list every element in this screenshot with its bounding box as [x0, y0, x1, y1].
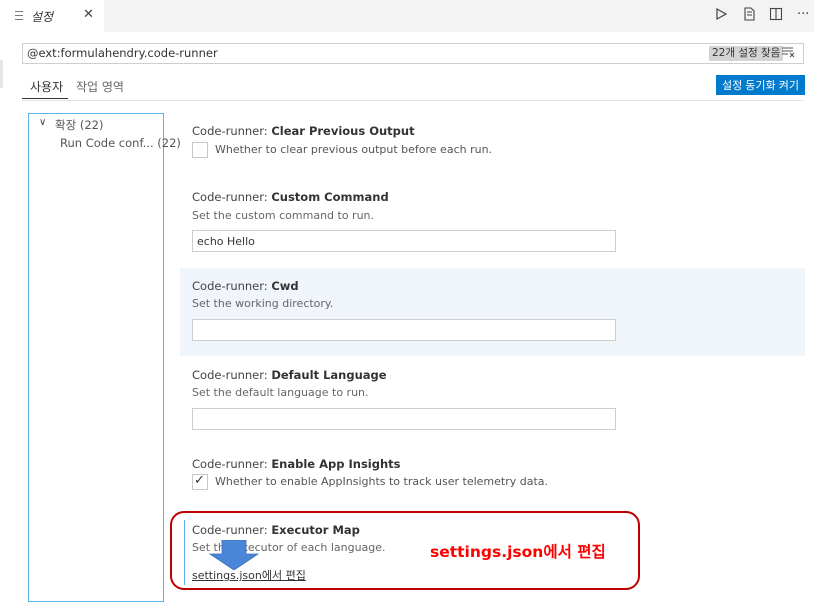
setting-description: Set the default language to run. — [192, 386, 369, 399]
checkbox-label: Whether to clear previous output before … — [215, 143, 493, 156]
cwd-input[interactable] — [192, 319, 616, 341]
custom-command-input[interactable] — [192, 230, 616, 252]
result-count-badge: 22개 설정 찾음 — [709, 46, 784, 61]
open-settings-json-icon[interactable] — [742, 7, 756, 26]
setting-title: Code-runner: Executor Map — [192, 523, 360, 537]
settings-sync-button[interactable]: 설정 동기화 켜기 — [716, 75, 805, 95]
annotation-callout-text: settings.json에서 편집 — [430, 543, 606, 561]
activity-indicator — [0, 60, 3, 88]
toc-item-run-code[interactable]: Run Code conf... (22) — [60, 136, 181, 150]
tab-user[interactable]: 사용자 — [30, 78, 63, 95]
settings-search-input[interactable] — [27, 46, 687, 60]
clear-filter-icon[interactable] — [781, 45, 795, 63]
checkmark-icon: ✓ — [194, 473, 205, 488]
tab-workspace[interactable]: 작업 영역 — [76, 78, 124, 95]
run-icon[interactable] — [714, 7, 728, 26]
default-language-input[interactable] — [192, 408, 616, 430]
settings-file-icon — [15, 11, 23, 20]
setting-description: Set the working directory. — [192, 297, 334, 310]
setting-title: Code-runner: Default Language — [192, 368, 387, 382]
editor-tab-bar: 설정 ✕ ··· — [0, 0, 814, 32]
toc-group-count: (22) — [79, 118, 104, 132]
enable-app-insights-checkbox[interactable]: ✓ — [192, 473, 208, 490]
settings-toc: ∨ 확장 (22) Run Code conf... (22) — [28, 113, 181, 602]
toc-item-label: Run Code conf... — [60, 136, 154, 150]
settings-tab[interactable]: 설정 ✕ — [0, 0, 104, 32]
tabs-divider — [22, 100, 804, 101]
setting-title: Code-runner: Clear Previous Output — [192, 124, 415, 138]
toc-group-extensions[interactable]: 확장 (22) — [55, 117, 103, 133]
more-actions-icon[interactable]: ··· — [797, 7, 809, 23]
annotation-arrow-icon — [208, 540, 260, 570]
chevron-down-icon[interactable]: ∨ — [39, 117, 46, 128]
setting-title: Code-runner: Enable App Insights — [192, 457, 401, 471]
setting-title: Code-runner: Cwd — [192, 279, 299, 293]
checkbox-label: Whether to enable AppInsights to track u… — [215, 475, 549, 488]
setting-description: Set the custom command to run. — [192, 209, 375, 222]
toc-group-label: 확장 — [55, 118, 77, 132]
toc-item-count: (22) — [157, 136, 181, 150]
split-editor-icon[interactable] — [769, 7, 783, 26]
focused-setting-indicator — [184, 520, 185, 585]
clear-previous-output-checkbox[interactable] — [192, 142, 208, 158]
setting-title: Code-runner: Custom Command — [192, 190, 389, 204]
close-icon[interactable]: ✕ — [83, 7, 94, 22]
tab-title: 설정 — [31, 10, 54, 24]
active-tab-underline — [22, 98, 68, 99]
settings-search-box: 22개 설정 찾음 — [22, 43, 804, 64]
